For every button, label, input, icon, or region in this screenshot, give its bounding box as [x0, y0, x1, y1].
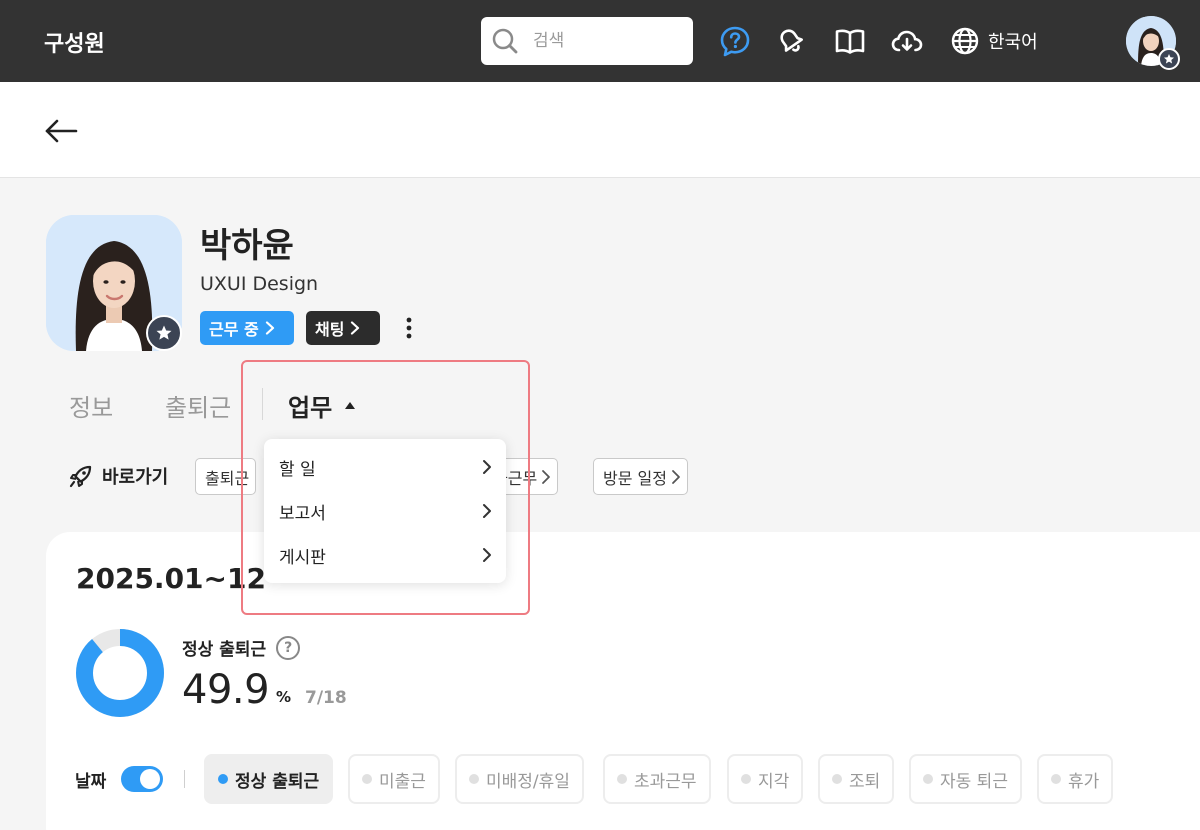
filter-divider	[184, 770, 185, 788]
back-button[interactable]	[44, 114, 78, 148]
chevron-right-icon	[265, 321, 274, 335]
filter-label: 지각	[758, 771, 790, 792]
filter-label: 미배정/휴일	[486, 771, 570, 792]
tab-attendance[interactable]: 출퇴근	[165, 388, 231, 423]
top-bar: 구성원 검색 한국어	[0, 0, 1200, 82]
status-dot	[1051, 774, 1061, 784]
search-icon	[492, 28, 518, 54]
chevron-right-icon	[672, 469, 680, 484]
donut-progress-arc	[76, 629, 164, 717]
shortcut-chip-label: 방문 일정	[603, 468, 667, 488]
filter-unassigned-holiday[interactable]: 미배정/휴일	[455, 754, 584, 804]
filter-absent[interactable]: 미출근	[348, 754, 440, 804]
sub-header	[0, 82, 1200, 178]
chat-button[interactable]: 채팅	[306, 311, 380, 345]
filter-label: 미출근	[379, 771, 426, 792]
more-options-button[interactable]	[396, 313, 422, 343]
stat-label-text: 정상 출퇴근	[182, 640, 267, 660]
chevron-right-icon	[351, 321, 360, 335]
more-vertical-icon	[406, 317, 412, 339]
filter-label: 초과근무	[634, 771, 697, 792]
filter-auto-checkout[interactable]: 자동 퇴근	[909, 754, 1022, 804]
status-dot	[832, 774, 842, 784]
search-input[interactable]	[533, 27, 683, 55]
status-dot	[469, 774, 479, 784]
app-title: 구성원	[44, 32, 105, 57]
chat-label: 채팅	[315, 320, 345, 339]
profile-name: 박하윤	[200, 226, 294, 266]
work-status-button[interactable]: 근무 중	[200, 311, 294, 345]
shortcut-chip-visit-schedule[interactable]: 방문 일정	[593, 458, 688, 495]
date-toggle[interactable]	[121, 766, 163, 792]
globe-icon	[951, 27, 979, 55]
stat-value: 49.9	[182, 667, 270, 713]
attendance-donut-chart	[76, 629, 164, 717]
help-icon[interactable]: ?	[276, 635, 301, 660]
help-bubble-icon[interactable]	[718, 24, 752, 58]
status-dot	[218, 774, 228, 784]
book-icon[interactable]	[833, 24, 867, 58]
language-label: 한국어	[988, 32, 1038, 53]
search-box[interactable]	[481, 17, 693, 65]
filter-late[interactable]: 지각	[727, 754, 804, 804]
tab-info[interactable]: 정보	[69, 388, 113, 423]
status-dot	[741, 774, 751, 784]
star-badge-icon	[1158, 48, 1180, 70]
filter-label: 정상 출퇴근	[235, 771, 320, 792]
language-selector[interactable]: 한국어	[950, 24, 1038, 58]
filter-label: 조퇴	[849, 771, 881, 792]
work-status-label: 근무 중	[209, 320, 259, 339]
chevron-right-icon	[542, 469, 551, 484]
stat-count: 7/18	[305, 688, 347, 708]
period-label: 2025.01~12	[76, 562, 266, 595]
filter-label: 자동 퇴근	[940, 771, 1008, 792]
status-dot	[362, 774, 372, 784]
stat-label: 정상 출퇴근 ?	[182, 635, 301, 660]
filter-overtime[interactable]: 초과근무	[603, 754, 711, 804]
status-dot	[617, 774, 627, 784]
filter-normal-attendance[interactable]: 정상 출퇴근	[204, 754, 334, 804]
date-toggle-label: 날짜	[75, 772, 107, 792]
filter-early-leave[interactable]: 조퇴	[818, 754, 895, 804]
star-badge-icon	[146, 315, 182, 351]
filter-label: 휴가	[1068, 771, 1100, 792]
shortcuts-label-text: 바로가기	[102, 467, 169, 488]
stat-unit: %	[276, 688, 292, 706]
bell-icon[interactable]	[774, 24, 808, 58]
filter-vacation[interactable]: 휴가	[1037, 754, 1114, 804]
cloud-download-icon[interactable]	[890, 24, 924, 58]
profile-photo	[46, 215, 182, 351]
user-avatar[interactable]	[1126, 16, 1180, 70]
arrow-left-icon	[45, 119, 78, 143]
highlight-frame	[241, 360, 530, 615]
status-dot	[923, 774, 933, 784]
shortcuts-label: 바로가기	[68, 463, 168, 489]
rocket-icon	[69, 465, 92, 488]
profile-department: UXUI Design	[200, 273, 319, 295]
toggle-knob	[140, 769, 160, 789]
